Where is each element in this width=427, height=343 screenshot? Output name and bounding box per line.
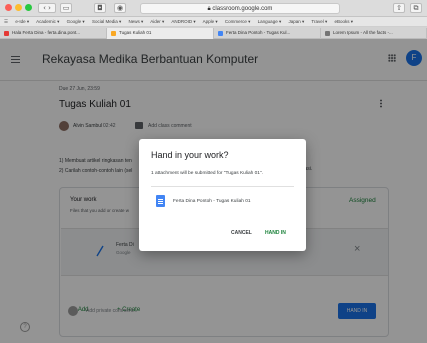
tab-label: Tugas Kuliah 01 (119, 30, 152, 35)
favorite-item[interactable]: Apple ▾ (203, 19, 218, 24)
back-forward-icon[interactable]: ‹ › (38, 3, 56, 13)
confirm-hand-in-button[interactable]: HAND IN (265, 230, 286, 236)
close-window-icon[interactable] (5, 4, 12, 11)
browser-toolbar: ‹ › ▭ ◘ ◉ 🔒︎ classroom.google.com ⇧ ⧉ (0, 0, 427, 17)
share-icon[interactable]: ⇧ (393, 3, 405, 13)
zoom-window-icon[interactable] (25, 4, 32, 11)
page-icon (325, 31, 330, 36)
browser-tab[interactable]: Ferta Dina Pontoh - Tugas Kul... (214, 28, 321, 39)
attachment-file-name[interactable]: Ferta Dina Pontoh - Tugas Kuliah 01 (173, 199, 251, 204)
screen: ‹ › ▭ ◘ ◉ 🔒︎ classroom.google.com ⇧ ⧉ ☰ … (0, 0, 427, 343)
favorite-item[interactable]: Travel ▾ (311, 19, 327, 24)
tab-bar: Hala Ferta Dina - ferta.dina.pont... Tug… (0, 27, 427, 39)
favorite-item[interactable]: Japan ▾ (288, 19, 304, 24)
shield-icon[interactable]: ◘ (94, 3, 106, 13)
sidebar-icon[interactable]: ▭ (60, 3, 72, 13)
tab-label: Ferta Dina Pontoh - Tugas Kul... (226, 30, 291, 35)
cancel-button[interactable]: CANCEL (231, 230, 252, 236)
favorite-item[interactable]: News ▾ (129, 19, 144, 24)
favorite-item[interactable]: Academic ▾ (36, 19, 59, 24)
favorite-item[interactable]: Google ▾ (67, 19, 85, 24)
gmail-icon (4, 31, 9, 36)
dialog-title: Hand in your work? (151, 150, 229, 160)
tab-label: Lorem Ipsum - All the facts -... (333, 30, 393, 35)
favorite-item[interactable]: Commerce ▾ (225, 19, 251, 24)
dialog-divider (151, 186, 294, 187)
bookmarks-icon[interactable]: ☰ (4, 19, 8, 24)
favorite-item[interactable]: ANDROID ▾ (171, 19, 195, 24)
browser-tab-active[interactable]: Tugas Kuliah 01 (107, 28, 214, 39)
favorite-item[interactable]: Social Media ▾ (92, 19, 121, 24)
tab-label: Hala Ferta Dina - ferta.dina.pont... (12, 30, 81, 35)
docs-icon (218, 31, 223, 36)
dialog-message: 1 attachment will be submitted for "Tuga… (151, 171, 264, 176)
minimize-window-icon[interactable] (15, 4, 22, 11)
classroom-icon (111, 31, 116, 36)
favorites-bar: ☰ e-Ide ▾ Academic ▾ Google ▾ Social Med… (0, 17, 427, 27)
google-docs-icon (156, 195, 165, 207)
url-text: classroom.google.com (212, 6, 273, 12)
favorite-item[interactable]: Language ▾ (258, 19, 282, 24)
favorite-item[interactable]: eBooks ▾ (335, 19, 354, 24)
extension-icon[interactable]: ◉ (114, 3, 126, 13)
browser-tab[interactable]: Lorem Ipsum - All the facts -... (321, 28, 427, 39)
tabs-overview-icon[interactable]: ⧉ (410, 3, 422, 13)
address-bar[interactable]: 🔒︎ classroom.google.com (140, 3, 340, 14)
favorite-item[interactable]: e-Ide ▾ (15, 19, 29, 24)
favorite-item[interactable]: Aider ▾ (150, 19, 164, 24)
browser-tab[interactable]: Hala Ferta Dina - ferta.dina.pont... (0, 28, 107, 39)
hand-in-dialog: Hand in your work? 1 attachment will be … (139, 139, 306, 251)
